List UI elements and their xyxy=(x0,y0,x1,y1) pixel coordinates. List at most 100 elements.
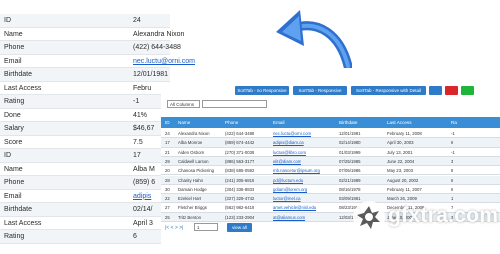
column-header[interactable]: ID xyxy=(165,117,170,128)
column-header[interactable]: Birthdate xyxy=(339,117,357,128)
table-cell: 20 xyxy=(165,168,170,174)
table-row[interactable]: 30 Damain Hodge (304) 336-8833 gdiam@lorem.… xyxy=(161,185,500,195)
detail-row: Phone (859) 6 xyxy=(0,176,170,190)
email-link[interactable]: nec.luctu@orni.com xyxy=(273,129,311,138)
table-cell: 22 xyxy=(165,196,170,202)
column-header[interactable]: Ra xyxy=(451,117,457,128)
table-cell: (270) 371-0039 xyxy=(225,149,255,155)
table-cell: 01/03/1999 xyxy=(339,149,361,155)
column-header[interactable]: Email xyxy=(273,117,285,128)
detail-key: Birthdate xyxy=(4,71,33,78)
detail-value: 17 xyxy=(133,152,141,159)
email-link[interactable]: amet.vehicle@nisl.edu xyxy=(273,203,316,212)
detail-row: Last Access Febru xyxy=(0,82,170,95)
table-cell: April 30, 2003 xyxy=(387,140,414,146)
table-row[interactable]: 17 Alba Monroe (859) 674-4442 adipis@diam.c… xyxy=(161,138,500,148)
email-link[interactable]: adipis@diam.ca xyxy=(273,138,304,147)
red-color-swatch[interactable] xyxy=(445,86,458,95)
table-cell: Ezekiel Hart xyxy=(178,196,202,202)
detail-row: Last Access April 3 xyxy=(0,217,170,230)
detail-key: Salary xyxy=(4,125,24,132)
column-header[interactable]: Phone xyxy=(225,117,238,128)
detail-key: Last Access xyxy=(4,84,42,92)
table-row[interactable]: 28 Charity Hahn (241) 305-6819 pd@luctum.ed… xyxy=(161,175,500,185)
table-cell: Fletcher Briggs xyxy=(178,205,207,211)
detail-key: Phone xyxy=(4,179,25,186)
green-color-swatch[interactable] xyxy=(461,86,474,95)
table-cell: 07/05/1986 xyxy=(339,168,361,174)
email-link[interactable]: mb.nascetur@ipsum.org xyxy=(273,166,320,175)
search-input[interactable] xyxy=(202,100,267,108)
table-row[interactable]: 29 Caldwell Larson (886) 563-3177 elit@diam… xyxy=(161,156,500,167)
table-cell: August 20, 2002 xyxy=(387,177,419,183)
view-all-button[interactable]: view all xyxy=(227,223,252,232)
column-header[interactable]: Last Access xyxy=(387,117,412,128)
detail-email-link[interactable]: nec.luctu@orni.com xyxy=(133,58,195,65)
table-header: ID Name Phone Email Birthdate Last Access Ra xyxy=(161,117,500,128)
table-cell: (422) 644-3488 xyxy=(225,131,255,136)
detail-value: 6 xyxy=(133,233,137,240)
blue-color-swatch[interactable] xyxy=(429,86,442,95)
email-link[interactable]: at@aliamus.com xyxy=(273,213,305,222)
email-link[interactable]: luctor@mel.ca xyxy=(273,194,301,203)
sorttab-responsive-detail-button[interactable]: SortTab - Responsive with Detail xyxy=(351,86,426,95)
table-cell: (241) 305-6819 xyxy=(225,177,255,183)
watermark-disk-icon xyxy=(353,201,385,233)
detail-value: (422) 644-3488 xyxy=(133,44,181,51)
detail-row: Rating 6 xyxy=(0,230,170,244)
table-cell: (327) 329-4742 xyxy=(225,196,255,202)
detail-value: 24 xyxy=(133,17,141,24)
table-cell: 12/01/1981 xyxy=(339,131,361,136)
table-cell: 30 xyxy=(165,186,170,192)
detail-key: Done xyxy=(4,111,21,119)
email-link[interactable]: pd@luctum.edu xyxy=(273,176,303,185)
table-cell: Caldwell Larson xyxy=(178,158,209,164)
watermark-text: gfxtra.com xyxy=(388,204,499,227)
detail-row: Phone (422) 644-3488 xyxy=(0,41,181,55)
sorttab-no-responsive-button[interactable]: SortTab - no Responsive xyxy=(235,86,289,95)
table-cell: 6 xyxy=(451,140,454,146)
table-cell: (123) 233-2904 xyxy=(225,214,255,220)
table-cell: (838) 685-0592 xyxy=(225,168,255,174)
email-link[interactable]: gdiam@lorem.org xyxy=(273,185,307,194)
watermark-logo: gfxtra.com xyxy=(350,195,500,239)
detail-email-link[interactable]: adipis xyxy=(133,193,151,200)
detail-row: Score 7.5 xyxy=(0,136,170,149)
detail-key: Last Access xyxy=(4,219,42,227)
detail-key: Email xyxy=(4,57,22,65)
table-cell: Aiden Osborn xyxy=(178,149,205,155)
detail-value: Alba M xyxy=(133,165,155,173)
table-cell: May 23, 2003 xyxy=(387,168,414,174)
table-cell: 6 xyxy=(451,177,454,183)
table-cell: Alexandra Nixon xyxy=(178,131,210,136)
column-header[interactable]: Name xyxy=(178,117,190,128)
detail-key: Name xyxy=(4,165,23,173)
table-row[interactable]: 21 Aiden Osborn (270) 371-0039 luctus@libro… xyxy=(161,148,500,157)
detail-key: ID xyxy=(4,152,11,159)
email-link[interactable]: elit@diam.com xyxy=(273,157,301,166)
table-cell: 02/21/1989 xyxy=(339,177,361,183)
email-link[interactable]: luctus@libro.com xyxy=(273,148,306,157)
detail-value: $46,67 xyxy=(133,125,155,132)
table-row[interactable]: 20 Chanosa Pickering (838) 685-0592 mb.nasc… xyxy=(161,166,500,176)
detail-value: 41% xyxy=(133,111,148,119)
table-cell: July 13, 2001 xyxy=(387,149,413,155)
detail-row: Done 41% xyxy=(0,109,170,122)
table-row[interactable]: 24 Alexandra Nixon (422) 644-3488 nec.luctu… xyxy=(161,129,500,139)
detail-key: Rating xyxy=(4,98,25,105)
detail-value: (859) 6 xyxy=(133,179,156,186)
table-cell: Tritz Benton xyxy=(178,214,202,220)
sorttab-responsive-button[interactable]: SortTab - Responsive xyxy=(293,86,347,95)
page-select[interactable]: 1 xyxy=(194,223,218,231)
table-cell: 27 xyxy=(165,205,170,211)
table-cell: February 11, 2007 xyxy=(387,186,422,192)
pager-arrows[interactable]: |< < > >| xyxy=(165,225,183,231)
table-cell: 3 xyxy=(451,158,454,164)
table-cell: 07/25/1985 xyxy=(339,158,361,164)
column-select[interactable]: All Columns xyxy=(167,100,200,108)
detail-row: Birthdate 12/01/1981 xyxy=(0,68,170,82)
detail-row: ID 24 xyxy=(0,14,170,28)
detail-row: Name Alba M xyxy=(0,163,170,176)
detail-row: Name Alexandra Nixon xyxy=(0,28,184,41)
table-cell: Chanosa Pickering xyxy=(178,168,215,174)
